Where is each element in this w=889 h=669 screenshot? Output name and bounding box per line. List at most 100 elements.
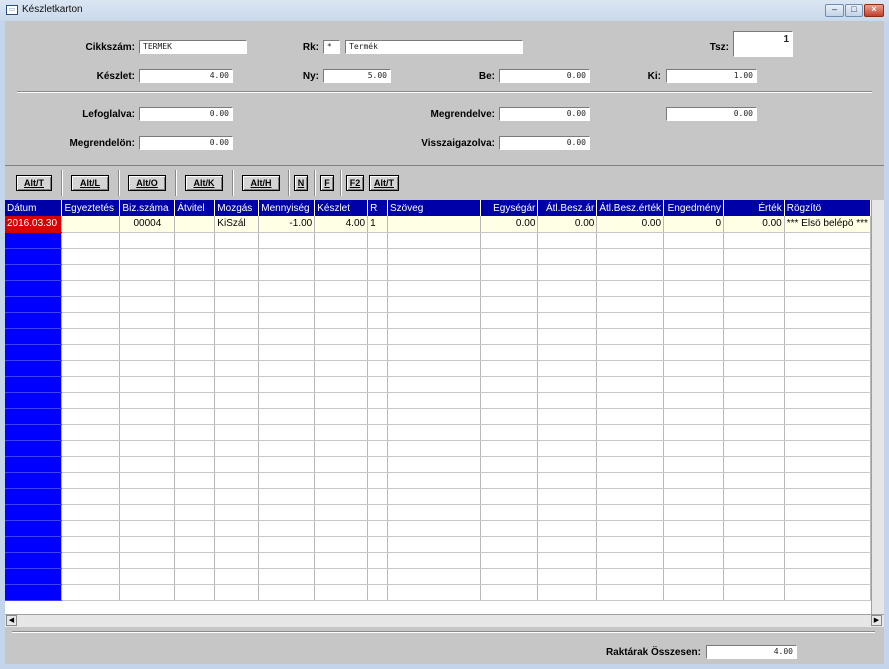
cell-egysegar[interactable]: 0.00 (480, 216, 539, 233)
cell-szoveg[interactable] (387, 248, 482, 265)
cell-datum[interactable] (5, 568, 63, 585)
cell-ertek[interactable] (723, 376, 785, 393)
cell-rogzito[interactable] (784, 232, 871, 249)
cell-r[interactable] (367, 440, 388, 457)
cell-egyeztetes[interactable] (61, 216, 121, 233)
cell-atvitel[interactable] (174, 504, 216, 521)
cell-ertek[interactable] (723, 296, 785, 313)
cell-mozgas[interactable] (214, 344, 260, 361)
cell-atvitel[interactable] (174, 232, 216, 249)
cell-egysegar[interactable] (480, 408, 539, 425)
cell-egyeztetes[interactable] (61, 568, 121, 585)
cell-egysegar[interactable] (480, 344, 539, 361)
cell-engedmeny[interactable] (663, 584, 725, 601)
cell-ertek[interactable] (723, 440, 785, 457)
cell-atvitel[interactable] (174, 328, 216, 345)
cell-egyeztetes[interactable] (61, 232, 121, 249)
cell-egysegar[interactable] (480, 312, 539, 329)
cell-r[interactable] (367, 280, 388, 297)
cell-atl-besz-ar[interactable] (537, 264, 598, 281)
cell-r[interactable] (367, 392, 388, 409)
cell-szoveg[interactable] (387, 328, 482, 345)
cell-egyeztetes[interactable] (61, 312, 121, 329)
cell-mennyiseg[interactable] (258, 408, 316, 425)
cell-szoveg[interactable] (387, 520, 482, 537)
cell-r[interactable] (367, 504, 388, 521)
cell-biz-szama[interactable] (119, 376, 176, 393)
cell-engedmeny[interactable]: 0 (663, 216, 725, 233)
cell-ertek[interactable] (723, 424, 785, 441)
cell-ertek[interactable] (723, 488, 785, 505)
cell-egysegar[interactable] (480, 264, 539, 281)
cell-atl-besz-ar[interactable] (537, 248, 598, 265)
cell-mennyiseg[interactable] (258, 360, 316, 377)
cell-engedmeny[interactable] (663, 568, 725, 585)
cell-mozgas[interactable] (214, 360, 260, 377)
cell-mennyiseg[interactable] (258, 536, 316, 553)
table-row[interactable]: 2016.03.30 00004 KiSzál -1.00 4.00 1 0.0… (5, 216, 871, 233)
cell-atl-besz-ar[interactable] (537, 344, 598, 361)
cell-egysegar[interactable] (480, 472, 539, 489)
cell-szoveg[interactable] (387, 504, 482, 521)
cell-datum[interactable] (5, 520, 63, 537)
cell-atvitel[interactable] (174, 472, 216, 489)
cell-r[interactable] (367, 456, 388, 473)
cell-egyeztetes[interactable] (61, 520, 121, 537)
maximize-button[interactable]: □ (845, 4, 863, 17)
cell-biz-szama[interactable] (119, 552, 176, 569)
cell-mozgas[interactable] (214, 552, 260, 569)
cell-keszlet[interactable] (314, 248, 369, 265)
cell-mozgas[interactable] (214, 392, 260, 409)
table-row[interactable] (5, 440, 871, 457)
cell-szoveg[interactable] (387, 488, 482, 505)
cell-atl-besz-ar[interactable] (537, 584, 598, 601)
cell-biz-szama[interactable] (119, 328, 176, 345)
cell-engedmeny[interactable] (663, 296, 725, 313)
cell-atl-besz-ar[interactable] (537, 488, 598, 505)
cell-datum[interactable] (5, 392, 63, 409)
cell-egysegar[interactable] (480, 280, 539, 297)
cell-keszlet[interactable] (314, 568, 369, 585)
cell-atl-besz-ertek[interactable] (596, 504, 665, 521)
cell-r[interactable] (367, 536, 388, 553)
cell-biz-szama[interactable] (119, 296, 176, 313)
cell-rogzito[interactable] (784, 392, 871, 409)
cell-engedmeny[interactable] (663, 472, 725, 489)
cell-egysegar[interactable] (480, 360, 539, 377)
cell-ertek[interactable] (723, 536, 785, 553)
cell-engedmeny[interactable] (663, 520, 725, 537)
cell-mozgas[interactable] (214, 264, 260, 281)
cell-egyeztetes[interactable] (61, 440, 121, 457)
cell-rogzito[interactable] (784, 568, 871, 585)
cell-atl-besz-ar[interactable] (537, 440, 598, 457)
table-row[interactable] (5, 536, 871, 553)
table-row[interactable] (5, 376, 871, 393)
cell-ertek[interactable] (723, 472, 785, 489)
cell-atvitel[interactable] (174, 456, 216, 473)
table-row[interactable] (5, 344, 871, 361)
cell-ertek[interactable] (723, 408, 785, 425)
cell-datum[interactable] (5, 536, 63, 553)
cell-ertek[interactable] (723, 312, 785, 329)
cell-egysegar[interactable] (480, 392, 539, 409)
n-button[interactable]: N (294, 175, 308, 191)
table-row[interactable] (5, 328, 871, 345)
cell-atl-besz-ertek[interactable] (596, 472, 665, 489)
cell-mennyiseg[interactable] (258, 440, 316, 457)
cell-biz-szama[interactable] (119, 392, 176, 409)
cell-szoveg[interactable] (387, 408, 482, 425)
col-header-mennyiseg[interactable]: Mennyiség (258, 200, 316, 216)
cell-datum[interactable] (5, 440, 63, 457)
cell-atl-besz-ar[interactable] (537, 456, 598, 473)
cell-mozgas[interactable] (214, 520, 260, 537)
cell-egysegar[interactable] (480, 456, 539, 473)
cell-mennyiseg[interactable] (258, 376, 316, 393)
cell-engedmeny[interactable] (663, 408, 725, 425)
cell-egysegar[interactable] (480, 376, 539, 393)
cell-mozgas[interactable] (214, 248, 260, 265)
cell-rogzito[interactable] (784, 440, 871, 457)
cell-biz-szama[interactable] (119, 248, 176, 265)
cell-mennyiseg[interactable] (258, 248, 316, 265)
cell-ertek[interactable]: 0.00 (723, 216, 785, 233)
cell-datum[interactable] (5, 424, 63, 441)
